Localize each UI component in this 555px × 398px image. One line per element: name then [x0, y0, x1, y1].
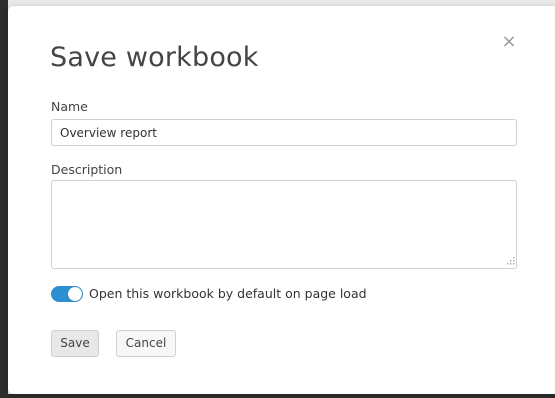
close-icon[interactable]: ×: [499, 32, 519, 52]
description-textarea[interactable]: [51, 180, 517, 269]
save-workbook-dialog: Save workbook × Name Description Open th…: [8, 6, 555, 394]
resize-grip-icon[interactable]: [505, 257, 515, 267]
open-by-default-toggle[interactable]: [51, 286, 83, 302]
backdrop-edge-left: [0, 0, 8, 398]
description-label: Description: [51, 162, 123, 177]
save-button[interactable]: Save: [51, 330, 99, 357]
open-by-default-label: Open this workbook by default on page lo…: [89, 286, 367, 301]
dialog-title: Save workbook: [50, 42, 259, 73]
backdrop-edge-bottom: [0, 394, 555, 398]
cancel-button[interactable]: Cancel: [116, 330, 176, 357]
name-input[interactable]: [51, 119, 517, 146]
toggle-knob: [68, 287, 82, 301]
name-label: Name: [51, 99, 88, 114]
